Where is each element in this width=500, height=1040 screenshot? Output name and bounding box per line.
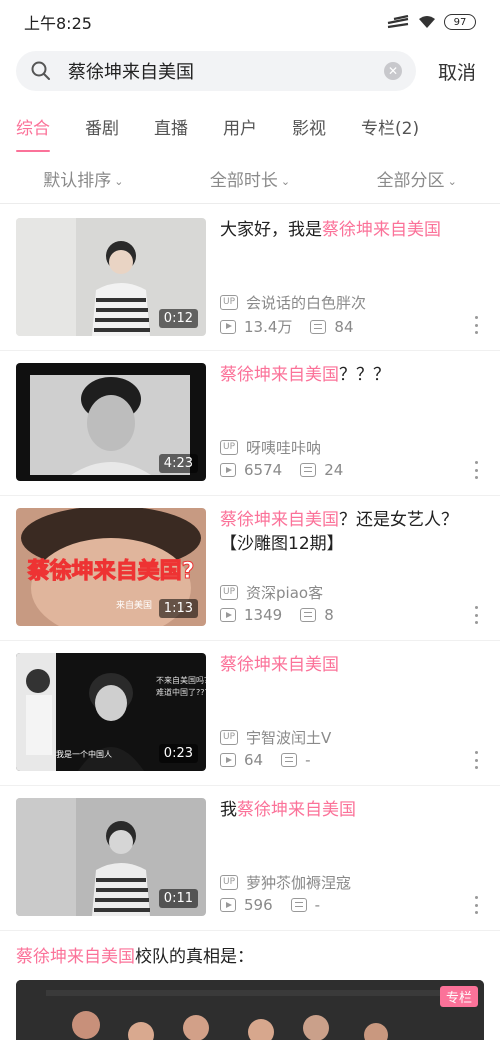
thumbnail-caption: 我是一个中国人 [56, 749, 112, 759]
video-stats: 1349 8 [220, 606, 334, 624]
up-badge-icon: UP [220, 585, 239, 600]
up-badge-icon: UP [220, 730, 239, 745]
video-item[interactable]: 4:23 蔡徐坤来自美国？？？ UP 呀咦哇咔呐 6574 24 [0, 351, 500, 496]
wifi-icon [419, 16, 435, 28]
video-duration: 4:23 [158, 454, 198, 473]
video-stats: 6574 24 [220, 461, 343, 479]
chevron-down-icon: ⌄ [114, 174, 124, 188]
video-duration: 0:11 [158, 889, 198, 908]
thumbnail-question: 不来自美国吗？ [156, 675, 206, 685]
danmaku-count: - [305, 751, 311, 769]
video-thumbnail[interactable]: 4:23 [16, 363, 206, 481]
video-stats: 64 - [220, 751, 311, 769]
up-badge-icon: UP [220, 440, 239, 455]
battery-indicator: 97 [444, 14, 476, 30]
view-count: 6574 [244, 461, 283, 479]
video-uploader: UP 萝狆苶伽褥涅寇 [220, 872, 351, 893]
filter-bar: 默认排序 ⌄ 全部时长 ⌄ 全部分区 ⌄ [0, 154, 500, 204]
danmaku-icon [281, 753, 298, 767]
view-count: 596 [244, 896, 273, 914]
video-results: 0:12 大家好，我是蔡徐坤来自美国 UP 会说话的白色胖次 13.4万 84 4… [0, 206, 500, 931]
tab-bangumi[interactable]: 番剧 [85, 104, 119, 152]
status-icons: 97 [386, 14, 476, 30]
chevron-down-icon: ⌄ [280, 174, 291, 188]
category-filter-label: 全部分区 [376, 171, 445, 191]
video-thumbnail[interactable]: 不来自美国吗？ 难道中国了??? 我是一个中国人 0:23 [16, 653, 206, 771]
danmaku-count: - [314, 896, 321, 914]
video-thumbnail[interactable]: 蔡徐坤来自美国? 来自美国 1:13 [16, 508, 206, 626]
play-count-icon [220, 898, 236, 912]
tab-movies[interactable]: 影视 [292, 104, 326, 152]
more-options-icon[interactable] [472, 751, 480, 769]
video-title[interactable]: 大家好，我是蔡徐坤来自美国 [220, 218, 488, 242]
video-title[interactable]: 蔡徐坤来自美国？还是女艺人？【沙雕图12期】 [220, 508, 488, 556]
thumbnail-subtitle: 来自美国 [116, 599, 152, 611]
play-count-icon [220, 319, 236, 334]
column-cover-image[interactable]: 专栏 [16, 980, 484, 1040]
more-options-icon[interactable] [472, 896, 480, 914]
view-count: 1349 [244, 606, 283, 624]
video-item[interactable]: 不来自美国吗？ 难道中国了??? 我是一个中国人 0:23 蔡徐坤来自美国 UP… [0, 641, 500, 786]
search-row: 蔡徐坤来自美国 ✕ 取消 [0, 48, 500, 94]
column-title[interactable]: 蔡徐坤来自美国校队的真相是： [16, 942, 500, 972]
video-title[interactable]: 蔡徐坤来自美国 [220, 653, 488, 677]
tab-all[interactable]: 综合 [16, 104, 50, 152]
more-options-icon[interactable] [472, 461, 480, 479]
result-tabs: 综合 番剧 直播 用户 影视 专栏(2) [0, 104, 500, 152]
tab-live[interactable]: 直播 [154, 104, 188, 152]
view-count: 13.4万 [244, 318, 293, 336]
tab-users[interactable]: 用户 [223, 104, 257, 152]
up-badge-icon: UP [220, 875, 239, 890]
duration-filter-label: 全部时长 [209, 171, 278, 191]
video-item[interactable]: 0:11 我蔡徐坤来自美国 UP 萝狆苶伽褥涅寇 596 - [0, 786, 500, 931]
video-uploader: UP 呀咦哇咔呐 [220, 437, 321, 458]
danmaku-count: 24 [324, 461, 344, 479]
danmaku-icon [290, 898, 307, 912]
play-count-icon [220, 463, 236, 477]
tab-columns[interactable]: 专栏(2) [361, 104, 419, 152]
video-title[interactable]: 蔡徐坤来自美国？？？ [220, 363, 488, 387]
status-bar: 上午8:25 97 [0, 0, 500, 44]
danmaku-icon [310, 319, 327, 334]
category-filter[interactable]: 全部分区 ⌄ [333, 166, 500, 191]
up-badge-icon: UP [220, 295, 239, 310]
sort-filter-label: 默认排序 [43, 171, 112, 191]
video-stats: 13.4万 84 [220, 316, 354, 337]
signal-icon [387, 15, 409, 29]
danmaku-icon [300, 608, 317, 622]
search-box[interactable]: 蔡徐坤来自美国 ✕ [16, 51, 416, 91]
search-icon [31, 61, 50, 80]
status-time: 上午8:25 [24, 14, 92, 33]
play-count-icon [220, 608, 236, 622]
thumbnail-question-2: 难道中国了??? [156, 687, 206, 697]
sort-filter[interactable]: 默认排序 ⌄ [0, 166, 167, 191]
video-duration: 1:13 [158, 599, 198, 618]
more-options-icon[interactable] [472, 606, 480, 624]
video-uploader: UP 宇智波闰土V [220, 727, 331, 748]
play-count-icon [220, 753, 236, 767]
danmaku-count: 84 [334, 317, 354, 336]
thumbnail-caption: 蔡徐坤来自美国? [27, 558, 195, 584]
video-uploader: UP 会说话的白色胖次 [220, 292, 366, 313]
column-article[interactable]: 蔡徐坤来自美国校队的真相是： 专栏 [0, 936, 500, 1040]
danmaku-icon [300, 463, 317, 477]
video-stats: 596 - [220, 896, 320, 914]
chevron-down-icon: ⌄ [447, 174, 457, 188]
danmaku-count: 8 [324, 606, 334, 624]
video-thumbnail[interactable]: 0:12 [16, 218, 206, 336]
search-input[interactable]: 蔡徐坤来自美国 [68, 58, 384, 84]
column-badge: 专栏 [439, 986, 478, 1007]
video-duration: 0:23 [158, 744, 198, 763]
view-count: 64 [244, 751, 264, 769]
more-options-icon[interactable] [472, 316, 480, 334]
video-title[interactable]: 我蔡徐坤来自美国 [220, 798, 488, 822]
duration-filter[interactable]: 全部时长 ⌄ [167, 166, 334, 191]
video-duration: 0:12 [158, 309, 198, 328]
video-thumbnail[interactable]: 0:11 [16, 798, 206, 916]
video-item[interactable]: 蔡徐坤来自美国? 来自美国 1:13 蔡徐坤来自美国？还是女艺人？【沙雕图12期… [0, 496, 500, 641]
cancel-button[interactable]: 取消 [438, 58, 476, 85]
video-uploader: UP 资深piao客 [220, 582, 323, 603]
video-item[interactable]: 0:12 大家好，我是蔡徐坤来自美国 UP 会说话的白色胖次 13.4万 84 [0, 206, 500, 351]
clear-icon[interactable]: ✕ [384, 62, 402, 80]
